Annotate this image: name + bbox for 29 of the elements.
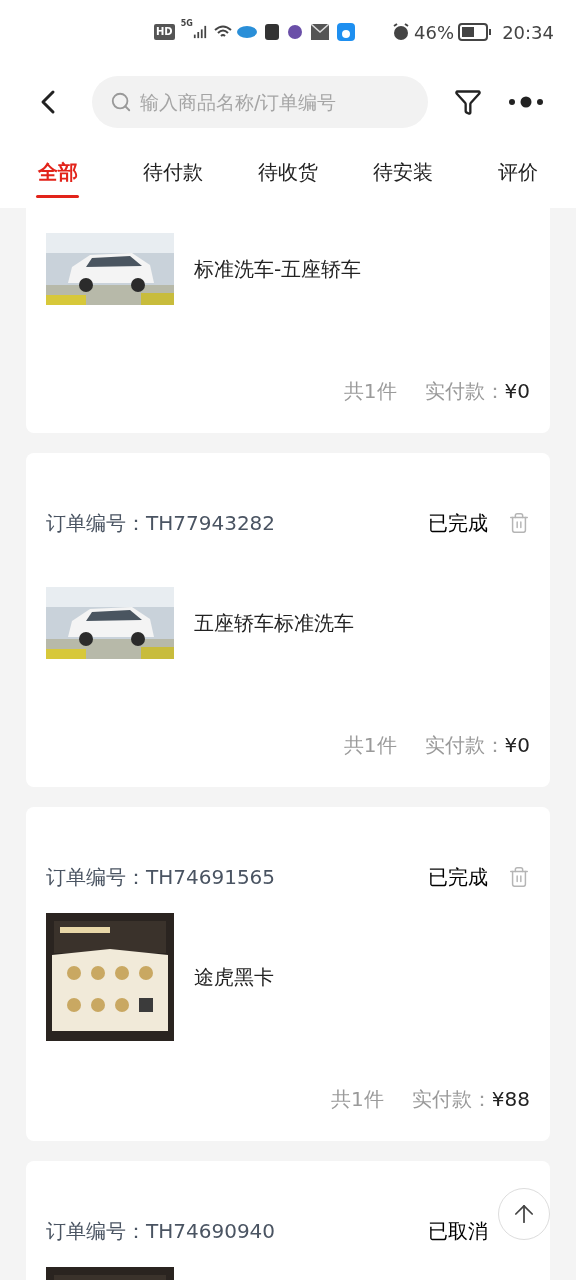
battery-percent: 46%: [414, 20, 455, 45]
paid-amount: 实付款：¥88: [411, 1086, 530, 1113]
order-card[interactable]: 标准洗车-五座轿车 共1件 实付款：¥0: [26, 208, 550, 433]
clock-time: 20:34: [502, 20, 554, 45]
product-name[interactable]: 途虎黑卡: [194, 962, 274, 992]
paid-amount: 实付款：¥0: [424, 378, 530, 405]
tab[interactable]: 待收货: [230, 140, 346, 208]
order-card[interactable]: 订单编号：TH77943282 已完成 五座轿车标准洗车 共1件 实付款：¥0: [26, 453, 550, 787]
tab[interactable]: 评价: [460, 140, 576, 208]
tab[interactable]: 待付款: [115, 140, 231, 208]
order-number: 订单编号：TH77943282: [46, 510, 276, 537]
product-name[interactable]: 标准洗车-五座轿车: [194, 254, 362, 284]
tab[interactable]: 待安装: [345, 140, 461, 208]
order-status: 已取消: [428, 1218, 488, 1245]
item-count: 共1件: [343, 378, 397, 405]
item-count: 共1件: [331, 1086, 384, 1113]
network-label: 5G: [180, 18, 193, 30]
search-field[interactable]: 输入商品名称/订单编号: [92, 76, 428, 128]
order-number: 订单编号：TH74691565: [46, 864, 276, 891]
paid-amount: 实付款：¥0: [424, 732, 530, 759]
order-card[interactable]: 订单编号：TH74691565 已完成 途虎黑卡 共1件 实付款：¥88: [26, 807, 550, 1141]
tab[interactable]: 全部: [0, 140, 116, 208]
product-name[interactable]: 五座轿车标准洗车: [194, 608, 354, 638]
item-count: 共1件: [343, 732, 397, 759]
order-status: 已完成: [428, 510, 488, 537]
order-status: 已完成: [428, 864, 488, 891]
hd-icon: HD: [154, 24, 175, 40]
order-card[interactable]: 订单编号：TH74690940 已取消: [26, 1161, 550, 1280]
order-number: 订单编号：TH74690940: [46, 1218, 276, 1245]
